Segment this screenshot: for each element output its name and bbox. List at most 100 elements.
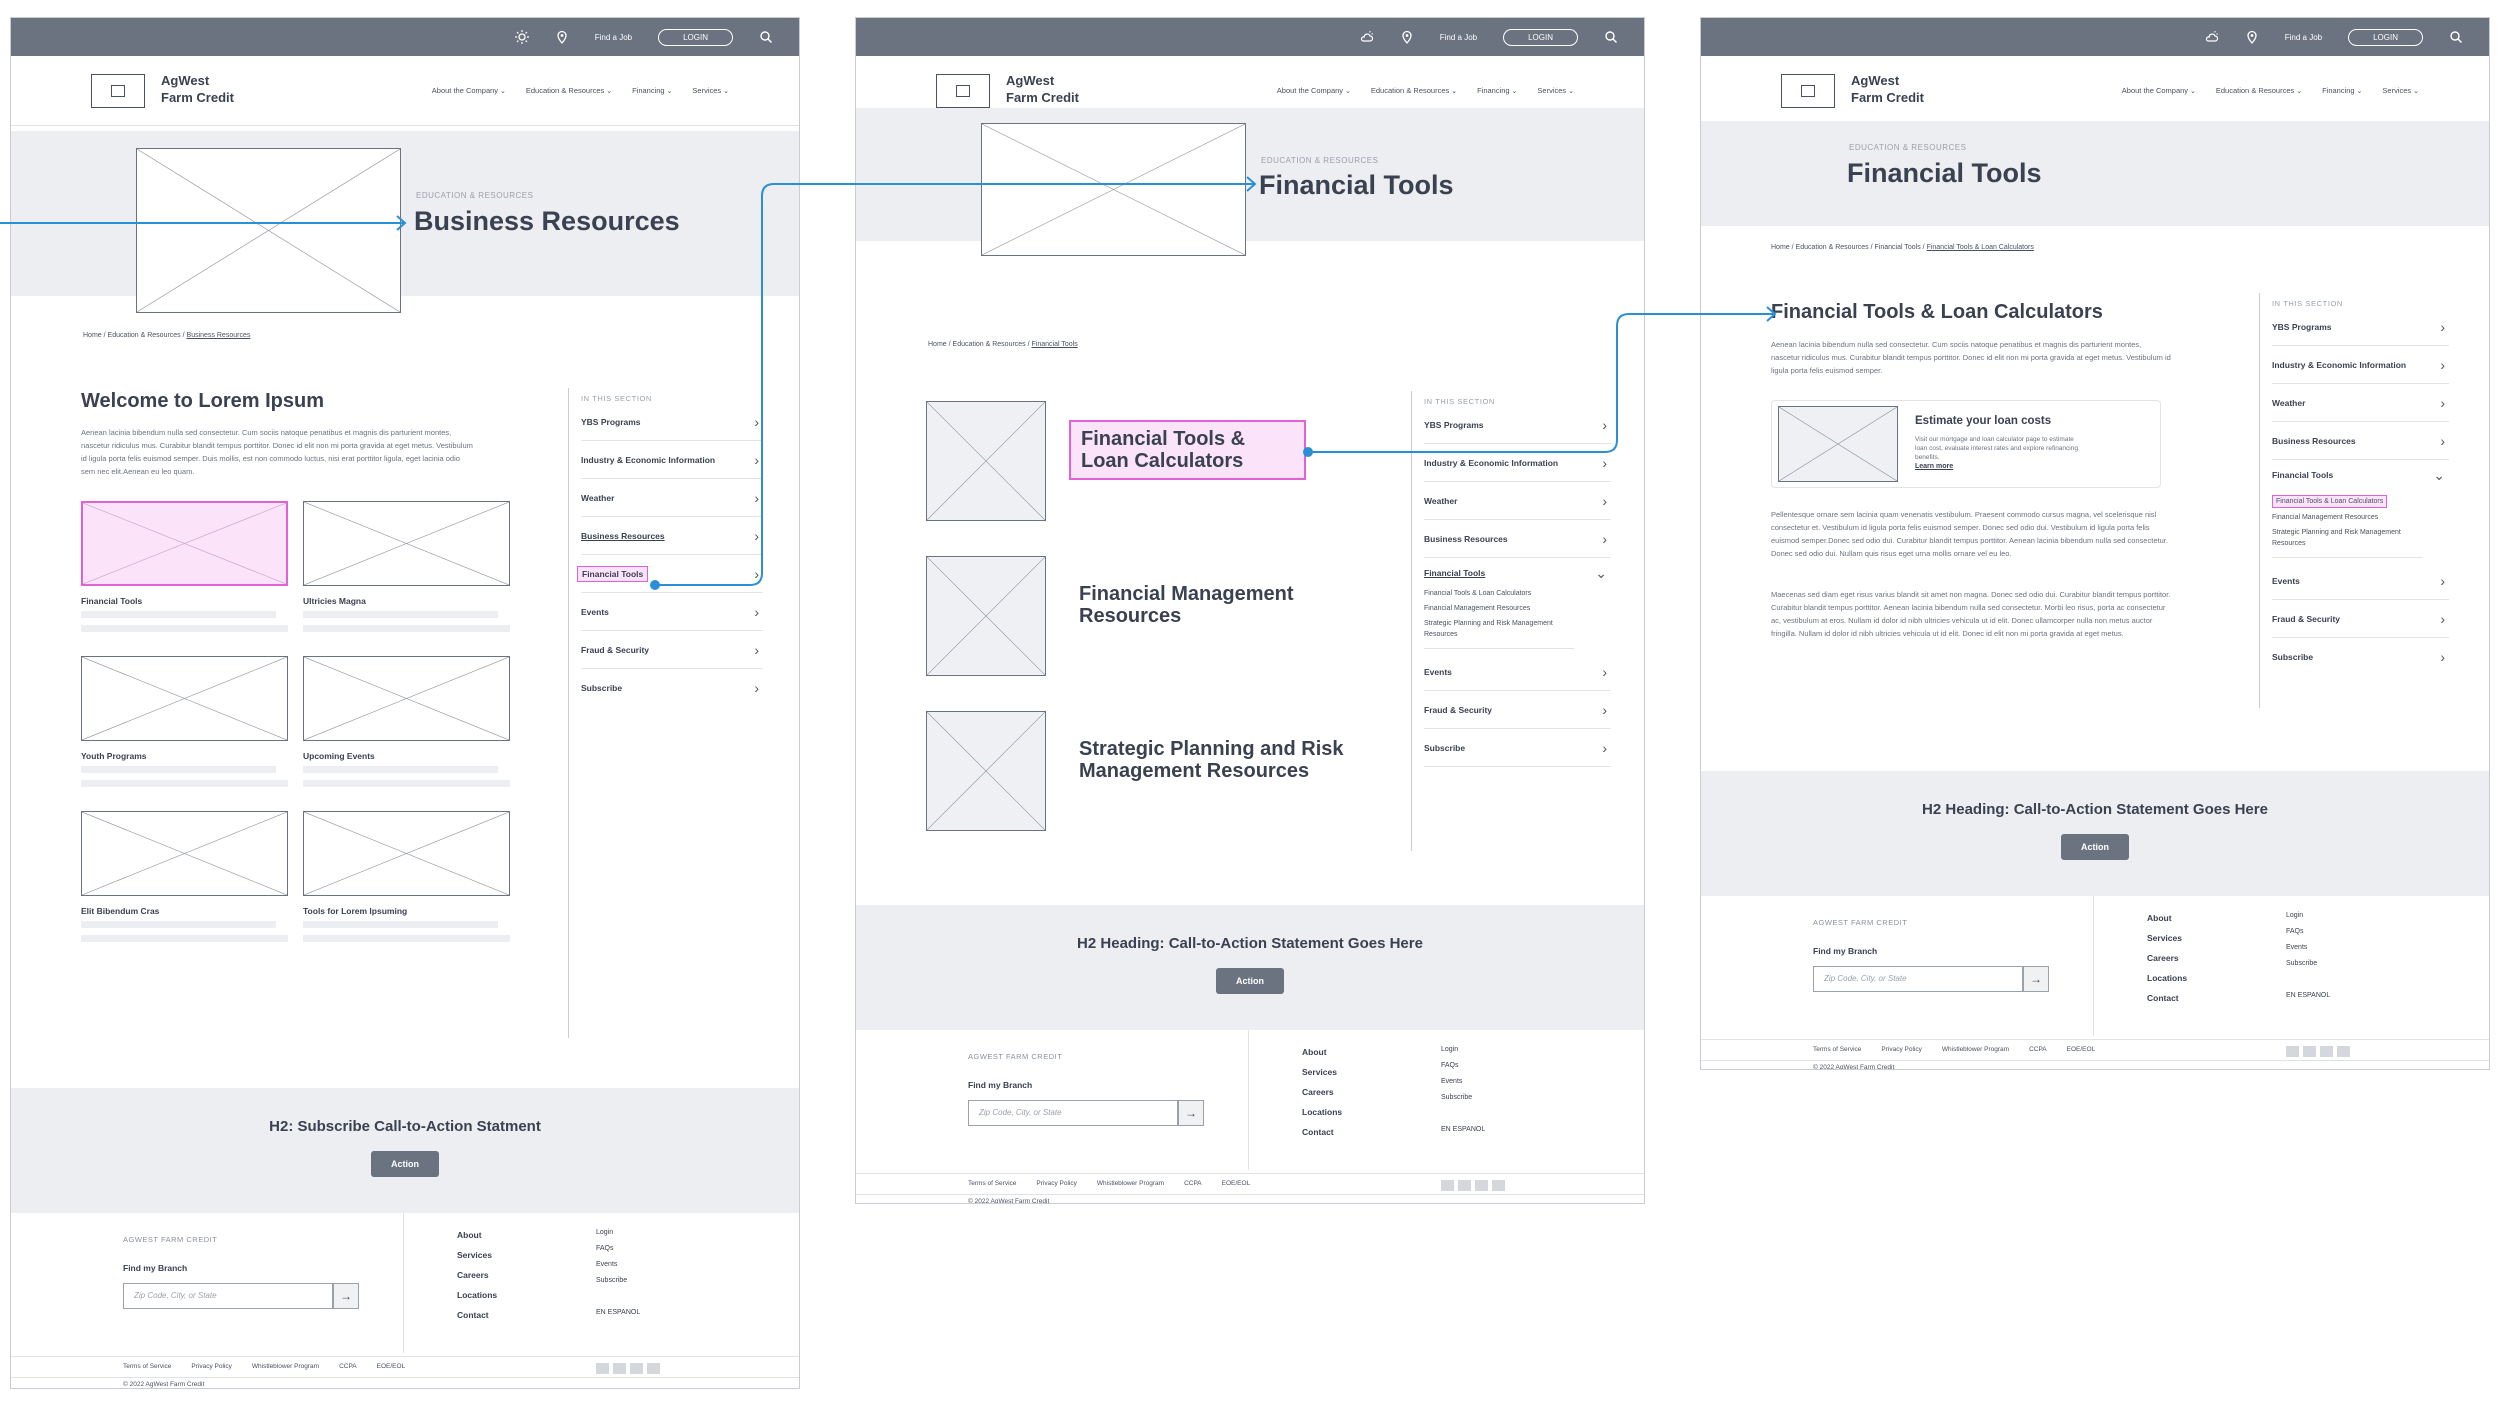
legal-link[interactable]: EOE/EOL [377,1363,406,1370]
breadcrumb-link[interactable]: Home [83,332,102,339]
nav-item[interactable]: Services [1537,86,1574,95]
location-pin-icon[interactable] [2245,30,2259,44]
list-item-title[interactable]: Financial Management Resources [1079,583,1339,627]
list-item-image[interactable] [926,711,1046,831]
legal-link[interactable]: Privacy Policy [1036,1180,1076,1187]
sidebar-subitem[interactable]: Financial Tools & Loan Calculators [1424,588,1611,599]
sidebar-item[interactable]: Business Resources [2272,422,2449,460]
breadcrumb-link[interactable]: Education & Resources [1796,244,1869,251]
footer-link[interactable]: Services [1302,1062,1342,1082]
sidebar-item-active[interactable]: Financial Tools [1424,558,1611,588]
zip-input[interactable]: Zip Code, City, or State [968,1100,1178,1126]
list-item-title-highlighted[interactable]: Financial Tools & Loan Calculators [1069,420,1306,480]
social-icon[interactable] [596,1363,609,1374]
language-link[interactable]: EN ESPANOL [1441,1122,1485,1138]
footer-link[interactable]: Events [596,1257,640,1273]
sidebar-item[interactable]: YBS Programs [1424,406,1611,444]
sidebar-item[interactable]: YBS Programs [581,403,763,441]
footer-link[interactable]: FAQs [596,1241,640,1257]
legal-link[interactable]: Whistleblower Program [252,1363,319,1370]
card-image[interactable] [303,811,510,896]
sidebar-item[interactable]: Industry & Economic Information [581,441,763,479]
card-title[interactable]: Ultricies Magna [303,596,366,606]
footer-link[interactable]: FAQs [1441,1058,1485,1074]
sidebar-subitem[interactable]: Strategic Planning and Risk Management R… [2272,527,2422,558]
sidebar-item[interactable]: YBS Programs [2272,308,2449,346]
card-image[interactable] [81,656,288,741]
login-button[interactable]: LOGIN [2348,28,2423,46]
footer-link[interactable]: Careers [2147,948,2187,968]
social-icon[interactable] [613,1363,626,1374]
sidebar-item[interactable]: Weather [581,479,763,517]
nav-item[interactable]: Education & Resources [2216,86,2302,95]
social-icon[interactable] [2286,1046,2299,1057]
sidebar-item-financial-tools[interactable]: Financial Tools [577,555,763,593]
footer-link[interactable]: About [2147,908,2187,928]
social-icon[interactable] [630,1363,643,1374]
nav-item[interactable]: About the Company [1277,86,1351,95]
card-image[interactable] [303,501,510,586]
sidebar-item[interactable]: Industry & Economic Information [2272,346,2449,384]
legal-link[interactable]: EOE/EOL [2067,1046,2096,1053]
sidebar-item[interactable]: Events [1424,653,1611,691]
sidebar-subitem[interactable]: Financial Management Resources [2272,512,2449,523]
sidebar-item[interactable]: Subscribe [2272,638,2449,676]
zip-submit-arrow-icon[interactable]: → [333,1283,359,1309]
legal-link[interactable]: Whistleblower Program [1942,1046,2009,1053]
sidebar-item[interactable]: Fraud & Security [2272,600,2449,638]
footer-link[interactable]: Login [1441,1042,1485,1058]
list-item-image[interactable] [926,556,1046,676]
card-title[interactable]: Financial Tools [81,596,142,606]
weather-cloud-icon[interactable] [2205,30,2219,44]
card-image[interactable] [303,656,510,741]
find-job-link[interactable]: Find a Job [1440,33,1477,42]
nav-item[interactable]: Financing [2322,86,2362,95]
nav-item[interactable]: About the Company [2122,86,2196,95]
footer-link[interactable]: Subscribe [1441,1090,1485,1106]
footer-link[interactable]: Services [457,1245,497,1265]
social-icon[interactable] [1492,1180,1505,1191]
footer-link[interactable]: Login [596,1225,640,1241]
footer-link[interactable]: About [1302,1042,1342,1062]
sidebar-item[interactable]: Subscribe [1424,729,1611,767]
sidebar-item[interactable]: Fraud & Security [581,631,763,669]
legal-link[interactable]: CCPA [1184,1180,1202,1187]
find-job-link[interactable]: Find a Job [595,33,632,42]
social-icon[interactable] [2320,1046,2333,1057]
breadcrumb-link[interactable]: Education & Resources [953,341,1026,348]
sun-icon[interactable] [514,30,529,44]
zip-submit-arrow-icon[interactable]: → [1178,1100,1204,1126]
footer-link[interactable]: Services [2147,928,2187,948]
sidebar-subitem[interactable]: Financial Management Resources [1424,603,1611,614]
logo-placeholder[interactable] [91,74,145,108]
social-icon[interactable] [1441,1180,1454,1191]
sidebar-subitem-active[interactable]: Financial Tools & Loan Calculators [2272,495,2388,508]
sidebar-item[interactable]: Subscribe [581,669,763,707]
social-icon[interactable] [1475,1180,1488,1191]
language-link[interactable]: EN ESPANOL [596,1305,640,1321]
sidebar-item[interactable]: Industry & Economic Information [1424,444,1611,482]
list-item-title[interactable]: Strategic Planning and Risk Management R… [1079,738,1379,782]
footer-link[interactable]: Careers [1302,1082,1342,1102]
legal-link[interactable]: Privacy Policy [191,1363,231,1370]
legal-link[interactable]: Privacy Policy [1881,1046,1921,1053]
search-icon[interactable] [759,30,773,44]
sidebar-item[interactable]: Events [581,593,763,631]
brand-name[interactable]: AgWest Farm Credit [1006,72,1079,106]
footer-link[interactable]: Subscribe [596,1273,640,1289]
legal-link[interactable]: Terms of Service [123,1363,171,1370]
footer-link[interactable]: FAQs [2286,924,2330,940]
footer-link[interactable]: Login [2286,908,2330,924]
logo-placeholder[interactable] [1781,74,1835,108]
sidebar-item[interactable]: Business Resources [1424,520,1611,558]
logo-placeholder[interactable] [936,74,990,108]
breadcrumb-link[interactable]: Education & Resources [108,332,181,339]
sidebar-item[interactable]: Weather [1424,482,1611,520]
action-button[interactable]: Action [1216,968,1284,994]
action-button[interactable]: Action [371,1151,439,1177]
nav-item[interactable]: Services [2382,86,2419,95]
login-button[interactable]: LOGIN [1503,28,1578,46]
legal-link[interactable]: EOE/EOL [1222,1180,1251,1187]
footer-link[interactable]: Locations [1302,1102,1342,1122]
social-icon[interactable] [647,1363,660,1374]
